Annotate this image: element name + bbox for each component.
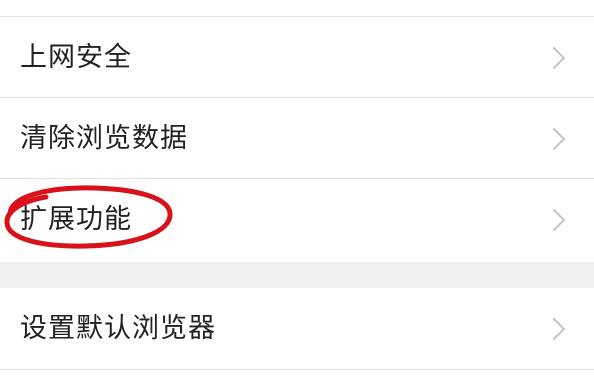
section-separator	[0, 262, 594, 288]
settings-row-extensions[interactable]: 扩展功能	[0, 179, 594, 260]
row-divider	[0, 369, 594, 370]
settings-row-label: 清除浏览数据	[20, 123, 188, 154]
chevron-right-icon	[542, 127, 566, 150]
settings-group-main: 上网安全 清除浏览数据 扩展功能	[0, 17, 594, 260]
settings-row-label: 设置默认浏览器	[20, 313, 216, 344]
chevron-right-icon	[542, 46, 566, 69]
top-row-remnant	[0, 0, 594, 17]
settings-row-label: 扩展功能	[20, 204, 132, 235]
settings-row-label: 上网安全	[20, 42, 132, 73]
settings-screen: 上网安全 清除浏览数据 扩展功能 设置默认浏览器	[0, 0, 594, 376]
settings-row-web-security[interactable]: 上网安全	[0, 17, 594, 98]
chevron-right-icon	[542, 317, 566, 340]
chevron-right-icon	[542, 208, 566, 231]
settings-group-secondary: 设置默认浏览器	[0, 288, 594, 369]
settings-row-set-default-browser[interactable]: 设置默认浏览器	[0, 288, 594, 369]
settings-row-clear-browsing-data[interactable]: 清除浏览数据	[0, 98, 594, 179]
